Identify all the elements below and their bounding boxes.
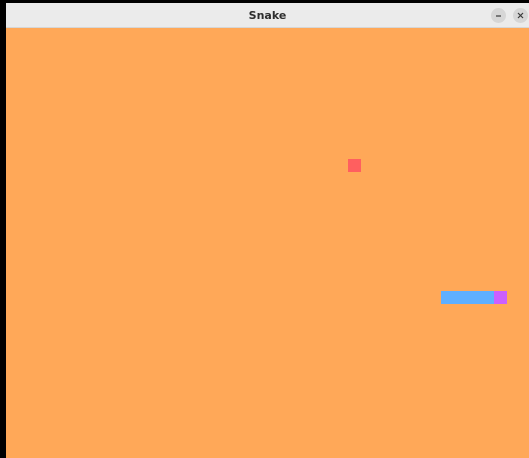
- food-item: [348, 159, 361, 172]
- close-button[interactable]: [513, 8, 528, 23]
- minimize-button[interactable]: [491, 8, 506, 23]
- snake-head: [494, 291, 507, 304]
- close-icon: [517, 12, 524, 19]
- game-board[interactable]: [6, 28, 529, 458]
- snake-body: [441, 291, 494, 304]
- title-bar[interactable]: Snake: [6, 3, 529, 28]
- minimize-icon: [496, 15, 501, 17]
- screen: Snake: [0, 0, 529, 458]
- window-title: Snake: [248, 9, 287, 22]
- snake-window: Snake: [6, 3, 529, 458]
